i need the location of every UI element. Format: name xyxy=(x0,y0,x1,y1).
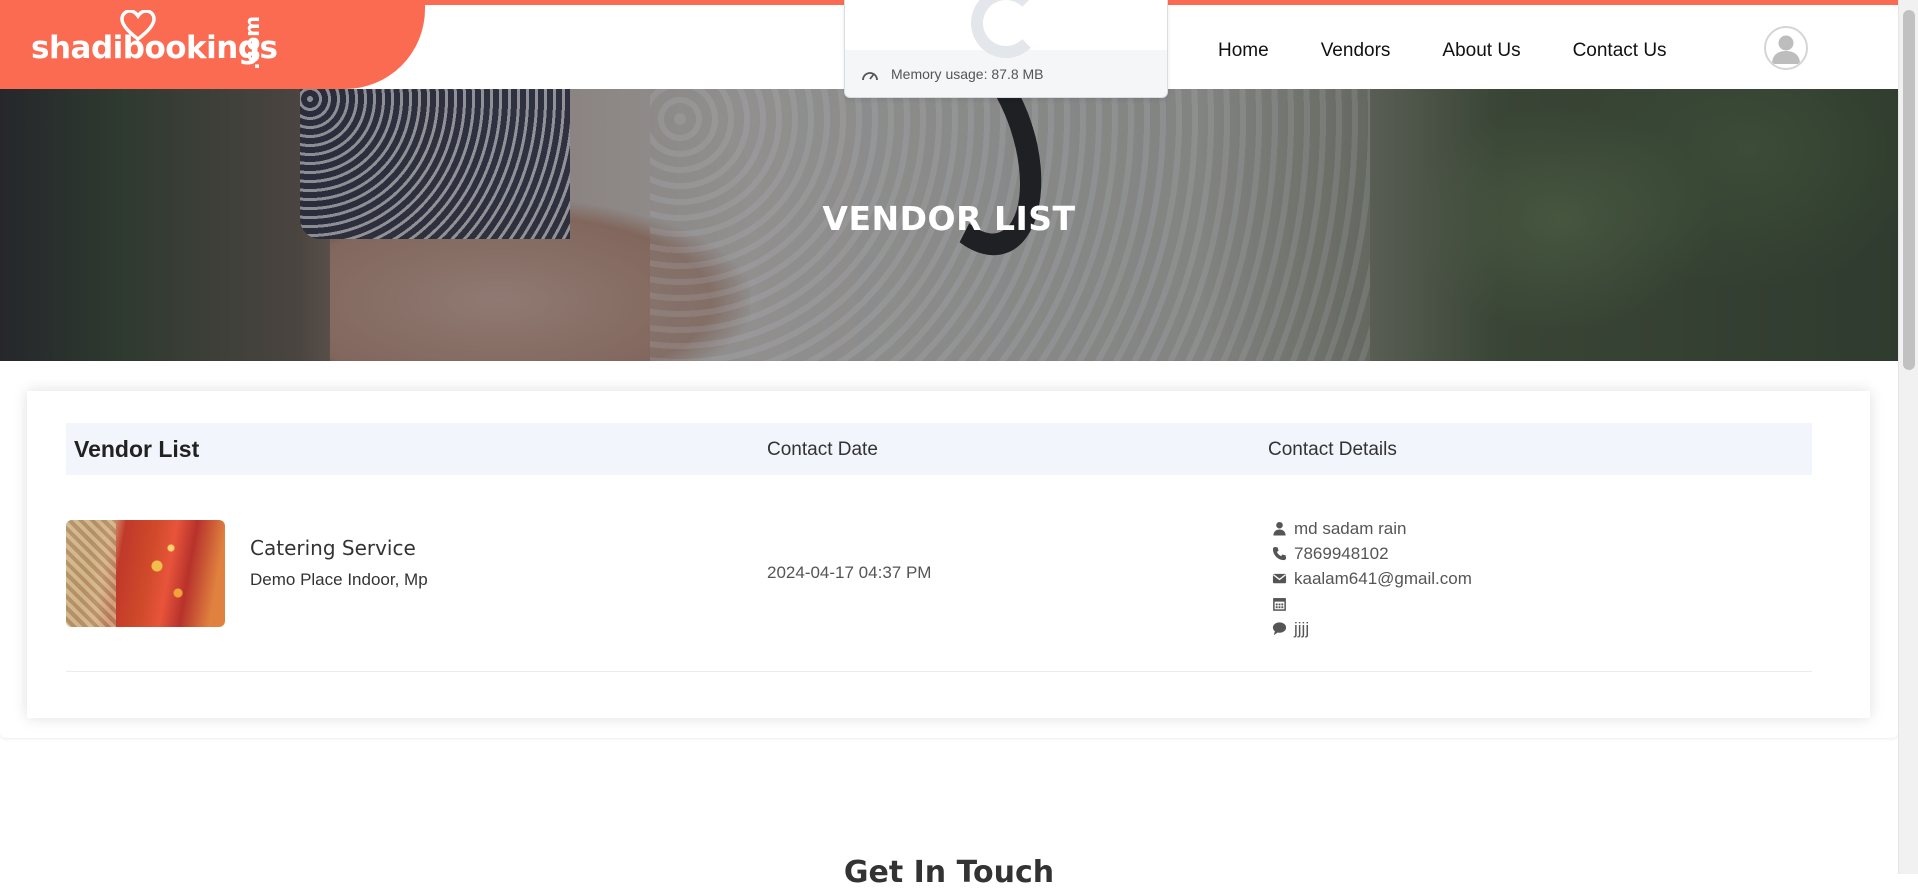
contact-name: md sadam rain xyxy=(1294,518,1407,538)
contact-details: md sadam rain 7869948102 kaalam641@gmail… xyxy=(1268,516,1472,641)
page-scrollbar[interactable] xyxy=(1898,0,1918,874)
contact-date: 2024-04-17 04:37 PM xyxy=(767,563,932,582)
nav-contact-us[interactable]: Contact Us xyxy=(1573,40,1667,62)
heart-icon xyxy=(120,10,156,42)
detail-event-date xyxy=(1268,591,1472,616)
contact-email[interactable]: kaalam641@gmail.com xyxy=(1294,569,1472,589)
get-in-touch-heading: Get In Touch xyxy=(843,855,1055,890)
memory-usage-panel: Memory usage: 87.8 MB xyxy=(844,0,1168,98)
memory-panel-top xyxy=(845,0,1167,58)
loading-spinner-icon xyxy=(971,0,1041,58)
header-contact-date: Contact Date xyxy=(767,439,878,460)
user-icon xyxy=(1273,521,1286,536)
hero-banner: VENDOR LIST xyxy=(0,89,1898,361)
vendor-place: Demo Place Indoor, Mp xyxy=(250,570,428,589)
scrollbar-thumb[interactable] xyxy=(1903,10,1915,370)
gauge-icon xyxy=(862,72,878,81)
nav-vendors[interactable]: Vendors xyxy=(1321,40,1391,62)
detail-email: kaalam641@gmail.com xyxy=(1268,566,1472,591)
header-contact-details: Contact Details xyxy=(1268,439,1397,460)
phone-icon xyxy=(1272,546,1287,561)
nav-about-us[interactable]: About Us xyxy=(1442,40,1520,62)
page-title: VENDOR LIST xyxy=(822,199,1076,238)
user-avatar-icon[interactable] xyxy=(1764,26,1808,70)
contact-message: jjjj xyxy=(1294,618,1310,638)
memory-usage-text: Memory usage: 87.8 MB xyxy=(891,66,1044,82)
detail-message: jjjj xyxy=(1268,616,1472,641)
contact-phone[interactable]: 7869948102 xyxy=(1294,544,1389,564)
user-silhouette-icon xyxy=(1772,35,1800,64)
comment-icon xyxy=(1272,622,1287,636)
logo-suffix: .com xyxy=(240,15,264,70)
vendor-name[interactable]: Catering Service xyxy=(250,536,416,560)
detail-phone: 7869948102 xyxy=(1268,541,1472,566)
thumbnail-jewelry xyxy=(136,530,206,620)
calendar-icon xyxy=(1273,598,1286,611)
envelope-icon xyxy=(1272,573,1287,584)
header-vendor-list: Vendor List xyxy=(74,436,200,462)
table-header: Vendor List Contact Date Contact Details xyxy=(66,423,1812,475)
main-nav: Home Vendors About Us Contact Us xyxy=(1218,40,1719,62)
row-divider xyxy=(66,671,1812,672)
detail-contact-name: md sadam rain xyxy=(1268,516,1472,541)
vendor-thumbnail[interactable] xyxy=(66,520,225,627)
nav-home[interactable]: Home xyxy=(1218,40,1269,62)
thumbnail-fabric xyxy=(66,520,116,627)
